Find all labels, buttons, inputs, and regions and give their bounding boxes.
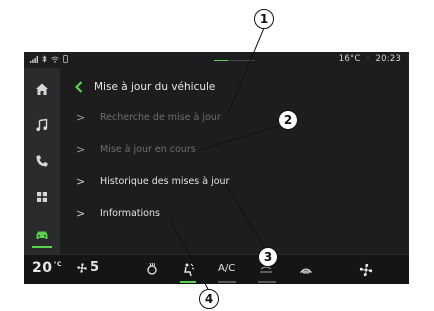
clock: 20:23 [375,54,401,64]
air-distribution-icon [184,263,195,277]
climate-settings-button[interactable] [358,262,374,278]
status-separator: · [366,54,370,64]
temperature-unit: °C [53,261,62,268]
climate-settings-icon [359,263,373,277]
bluetooth-icon [42,55,47,66]
callout-1: 1 [254,9,274,29]
phone-status-icon [63,55,68,66]
chevron-left-icon [75,81,83,93]
climate-bar: 20°C 5 A/C [24,254,409,284]
signal-icon [30,55,38,66]
page-indicator-active [214,60,228,61]
apps-grid-icon [37,192,47,202]
chevron-right-icon: > [76,206,86,220]
wifi-icon [51,56,59,66]
page-title: Mise à jour du véhicule [94,81,216,93]
sidebar-item-home[interactable] [24,72,60,106]
climate-temperature[interactable]: 20°C [32,260,62,276]
menu-item-label: Recherche de mise à jour [100,111,221,123]
recirculation-indicator [258,281,276,283]
sidebar-item-apps[interactable] [24,180,60,214]
chevron-right-icon: > [76,174,86,188]
defrost-icon [299,268,313,274]
status-icons [30,55,68,66]
car-icon [36,231,48,239]
menu-item-check-update[interactable]: > Recherche de mise à jour [60,103,409,131]
seat-heater-icon [147,262,157,275]
home-icon [36,83,48,95]
chevron-right-icon: > [76,142,86,156]
callout-2: 2 [278,110,298,130]
temperature-value: 20 [32,260,53,276]
sidebar-item-phone[interactable] [24,144,60,178]
menu-item-information[interactable]: > Informations [60,199,409,227]
fan-icon [77,262,87,273]
menu-item-update-in-progress[interactable]: > Mise à jour en cours [60,135,409,163]
menu-item-label: Historique des mises à jour [100,175,230,187]
sidebar-item-vehicle[interactable] [24,218,60,252]
page-indicator [214,60,254,61]
air-distribution-indicator [180,281,196,283]
main-panel: Mise à jour du véhicule > Recherche de m… [60,68,409,254]
air-distribution-button[interactable] [180,262,196,278]
sidebar-item-music[interactable] [24,108,60,142]
ac-button[interactable]: A/C [218,263,235,274]
ac-indicator [218,281,236,283]
defrost-button[interactable] [298,262,314,278]
status-bar: 16°C · 20:23 [24,52,409,68]
outside-temperature: 16°C [338,54,361,64]
back-button[interactable] [68,76,90,98]
menu-item-update-history[interactable]: > Historique des mises à jour [60,167,409,195]
menu-item-label: Mise à jour en cours [100,143,196,155]
seat-heater-button[interactable] [144,262,160,278]
chevron-right-icon: > [76,110,86,124]
fan-speed[interactable]: 5 [76,260,99,275]
page-header: Mise à jour du véhicule [60,76,215,98]
music-icon [36,118,48,131]
fan-level: 5 [90,260,100,275]
status-right: 16°C · 20:23 [339,54,401,64]
sidebar [24,68,60,254]
menu-item-label: Informations [100,207,160,219]
callout-4: 4 [199,289,219,309]
phone-icon [36,155,48,167]
infotainment-screen: 16°C · 20:23 Mise à jour du véhicule > R… [24,52,409,284]
callout-3: 3 [258,247,278,267]
